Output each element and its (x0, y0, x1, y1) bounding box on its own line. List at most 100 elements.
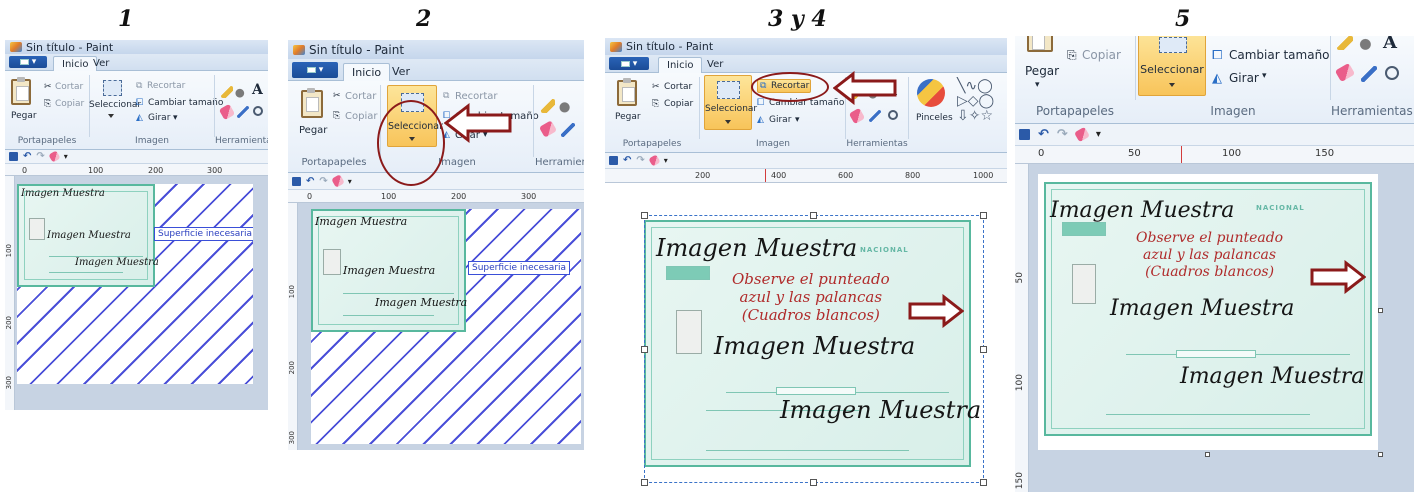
paint-canvas[interactable]: Imagen Muestra Imagen Muestra Imagen Mue… (311, 209, 581, 444)
document-line (1106, 414, 1310, 415)
save-icon[interactable] (292, 176, 301, 186)
paint-menu-button[interactable]: ▾ (609, 57, 649, 70)
ruler-tick: 0 (307, 192, 313, 201)
chevron-down-icon[interactable]: ▾ (348, 177, 352, 186)
eraser-icon[interactable] (330, 174, 345, 188)
copiar-button[interactable]: Copiar (345, 111, 377, 122)
girar-button[interactable]: Girar (769, 115, 791, 125)
resize-handle[interactable] (980, 212, 987, 219)
redo-icon[interactable]: ↷ (636, 155, 644, 166)
resize-handle[interactable] (641, 479, 648, 486)
cambiar-tamano-button[interactable]: Cambiar tamaño (148, 98, 223, 108)
fill-bucket-icon[interactable] (1359, 36, 1375, 50)
pegar-button[interactable]: Pegar (1025, 64, 1059, 78)
paste-icon[interactable] (617, 78, 637, 106)
cortar-button[interactable]: Cortar (345, 91, 376, 102)
girar-button[interactable]: Girar (1229, 71, 1259, 85)
paste-icon[interactable] (11, 77, 31, 105)
eraser-icon[interactable] (538, 120, 558, 138)
text-tool-icon[interactable]: A (252, 82, 264, 98)
pegar-button[interactable]: Pegar (615, 112, 641, 122)
eraser-icon[interactable] (648, 154, 661, 167)
color-picker-icon[interactable] (561, 123, 575, 137)
resize-handle[interactable] (980, 346, 987, 353)
eraser-icon[interactable] (48, 150, 61, 163)
resize-handle[interactable] (1205, 452, 1210, 457)
copiar-button[interactable]: Copiar (1082, 48, 1121, 62)
ruler-tick: 400 (771, 171, 787, 180)
chevron-down-icon[interactable]: ▾ (64, 152, 68, 161)
pencil-icon[interactable] (1337, 36, 1353, 50)
pegar-button[interactable]: Pegar (299, 125, 327, 136)
eraser-icon[interactable] (848, 107, 866, 125)
paint-menu-button[interactable]: ▾ (9, 56, 47, 68)
tab-inicio[interactable]: Inicio (658, 57, 703, 73)
redo-icon[interactable]: ↷ (1057, 127, 1068, 142)
resize-handle[interactable] (810, 479, 817, 486)
workspace: 100 200 300 Imagen Muestra Imagen Muestr… (288, 203, 584, 450)
shapes-gallery-icon[interactable]: ╲∿◯ ▷◇◯ ⇩✧☆ (957, 79, 994, 124)
undo-icon[interactable]: ↶ (623, 155, 631, 166)
eraser-icon[interactable] (1334, 62, 1356, 83)
color-picker-icon[interactable] (869, 110, 881, 122)
color-picker-icon[interactable] (1361, 66, 1377, 82)
paint-menu-button[interactable]: ▾ (292, 62, 338, 78)
undo-icon[interactable]: ↶ (1038, 127, 1049, 142)
save-icon[interactable] (1019, 129, 1030, 140)
resize-handle[interactable] (641, 346, 648, 353)
ruler-tick: 100 (381, 192, 397, 201)
seleccionar-button[interactable]: Seleccionar (89, 74, 141, 122)
horizontal-ruler: 0 100 200 300 (288, 190, 584, 203)
chevron-down-icon[interactable]: ▾ (664, 156, 668, 165)
cambiar-tamano-button[interactable]: Cambiar tamaño (1229, 48, 1330, 62)
pinceles-button[interactable]: Pinceles (916, 113, 953, 123)
chevron-down-icon[interactable]: ▾ (1096, 129, 1101, 140)
color-picker-icon[interactable] (237, 106, 249, 118)
paint-canvas[interactable]: Imagen Muestra Imagen Muestra Imagen Mue… (17, 184, 253, 384)
undo-icon[interactable]: ↶ (23, 151, 31, 162)
eraser-icon[interactable] (1073, 126, 1090, 143)
undo-icon[interactable]: ↶ (306, 176, 314, 187)
cortar-button[interactable]: Cortar (55, 82, 83, 92)
panel-step-1: Sin título - Paint ▾ Inicio Ver Pegar ✂ … (5, 40, 268, 410)
tab-ver[interactable]: Ver (699, 57, 731, 72)
girar-button[interactable]: Girar (148, 113, 170, 123)
seleccionar-button[interactable]: Seleccionar (1138, 36, 1206, 96)
seleccionar-button[interactable]: Seleccionar (704, 75, 757, 130)
document-line (343, 315, 434, 316)
copiar-button[interactable]: Copiar (55, 99, 84, 109)
selection-marquee[interactable] (644, 215, 984, 483)
copiar-button[interactable]: Copiar (664, 99, 693, 109)
paint-canvas[interactable]: NACIONAL Imagen Muestra Imagen Muestra I… (1038, 174, 1378, 450)
tab-ver[interactable]: Ver (384, 63, 418, 80)
fill-bucket-icon[interactable] (559, 99, 573, 113)
step-5-heading: 5 (1175, 6, 1191, 32)
magnifier-icon[interactable] (1385, 66, 1399, 80)
horizontal-ruler: 0 50 100 150 (1015, 146, 1414, 164)
cortar-button[interactable]: Cortar (664, 82, 692, 92)
resize-handle[interactable] (641, 212, 648, 219)
save-icon[interactable] (609, 156, 618, 165)
document-photo (1072, 264, 1096, 304)
paste-icon[interactable] (1027, 36, 1053, 52)
tab-ver[interactable]: Ver (85, 56, 117, 71)
group-label-portapapeles: Portapapeles (1035, 104, 1115, 118)
fill-bucket-icon[interactable] (235, 86, 247, 98)
save-icon[interactable] (9, 152, 18, 161)
pencil-icon[interactable] (541, 99, 555, 113)
recortar-button[interactable]: Recortar (455, 91, 498, 102)
pegar-button[interactable]: Pegar (11, 111, 37, 121)
redo-icon[interactable]: ↷ (36, 151, 44, 162)
redo-icon[interactable]: ↷ (319, 176, 327, 187)
brush-icon[interactable] (917, 79, 945, 107)
resize-handle[interactable] (1378, 452, 1383, 457)
resize-handle[interactable] (980, 479, 987, 486)
text-tool-icon[interactable]: A (1383, 36, 1397, 53)
pencil-icon[interactable] (221, 86, 233, 98)
recortar-button[interactable]: Recortar (147, 81, 185, 91)
resize-handle[interactable] (1378, 308, 1383, 313)
paste-icon[interactable] (301, 88, 323, 118)
resize-handle[interactable] (810, 212, 817, 219)
magnifier-icon[interactable] (888, 110, 898, 120)
magnifier-icon[interactable] (253, 106, 263, 116)
